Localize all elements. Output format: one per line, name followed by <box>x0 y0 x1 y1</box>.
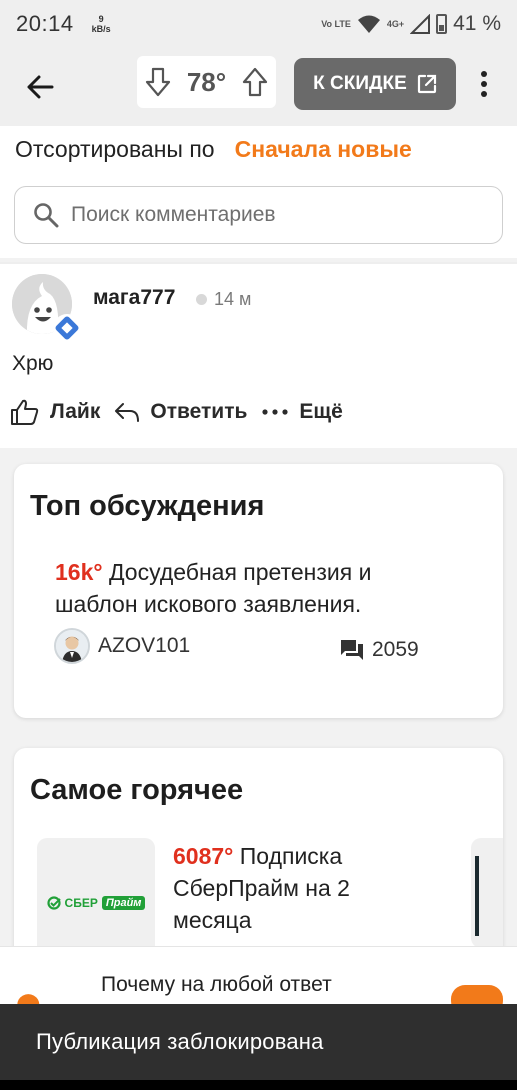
reply-icon <box>115 403 140 422</box>
discussion-link[interactable]: 16k° Досудебная претензия и шаблон исков… <box>55 556 455 620</box>
separator-dot <box>196 294 207 305</box>
vote-down-button[interactable] <box>143 64 173 100</box>
sort-label: Отсортированы по <box>15 135 215 162</box>
dot-icon <box>481 91 487 97</box>
external-link-icon <box>417 74 436 94</box>
battery-icon <box>436 14 448 34</box>
search-icon <box>34 203 59 228</box>
vote-box: 78° <box>137 56 276 108</box>
search-input[interactable] <box>71 203 451 227</box>
back-button[interactable] <box>0 48 80 126</box>
sort-row: Отсортированы по Сначала новые <box>0 126 517 172</box>
discussion-temperature: 16k° <box>55 559 103 585</box>
dot-icon <box>481 71 487 77</box>
sber-prime-logo: СБЕР Прайм <box>46 896 146 910</box>
logo-text: СБЕР <box>64 896 98 910</box>
next-deal-thumbnail[interactable] <box>471 838 503 948</box>
top-discussions-title: Топ обсуждения <box>30 490 265 522</box>
net-speed-value: 9 <box>98 14 104 24</box>
status-icons: Vo LTE 4G+ 41 % <box>321 12 501 36</box>
more-button[interactable]: Ещё <box>261 400 343 424</box>
top-discussions-card: Топ обсуждения 16k° Досудебная претензия… <box>14 464 503 718</box>
battery-level: 41 % <box>453 12 501 35</box>
status-bar: 20:14 9 kB/s Vo LTE 4G+ 41 % <box>0 0 517 48</box>
go-to-deal-label: К СКИДКЕ <box>313 73 407 94</box>
hottest-title: Самое горячее <box>30 774 244 806</box>
deal-temperature: 78° <box>186 66 227 97</box>
signal-icon <box>410 14 431 34</box>
network-type: 4G+ <box>386 19 405 29</box>
ad-text: Почему на любой ответ <box>101 973 332 996</box>
comment-actions: Лайк Ответить Ещё <box>10 398 357 426</box>
arrow-up-icon <box>242 67 268 97</box>
snackbar: Публикация заблокирована <box>0 1004 517 1080</box>
like-button[interactable]: Лайк <box>10 398 100 426</box>
arrow-left-icon <box>27 75 54 99</box>
search-wrap <box>0 172 517 258</box>
author-avatar <box>54 628 90 664</box>
vote-up-button[interactable] <box>240 64 270 100</box>
net-speed-unit: kB/s <box>91 24 111 34</box>
reply-button[interactable]: Ответить <box>114 400 247 424</box>
comments-header: Отсортированы по Сначала новые <box>0 126 517 258</box>
arrow-down-icon <box>145 67 171 97</box>
search-box[interactable] <box>14 186 503 244</box>
hottest-card: Самое горячее СБЕР Прайм 6087° Подписка … <box>14 748 503 978</box>
wifi-icon <box>357 15 380 33</box>
overflow-menu-button[interactable] <box>472 66 496 102</box>
volte-indicator: Vo LTE <box>321 19 351 29</box>
discussion-comments-count: 2059 <box>340 638 419 662</box>
person-avatar-icon <box>56 630 88 662</box>
comment-time: 14 м <box>214 289 252 309</box>
hot-deal-temperature: 6087° <box>173 843 234 869</box>
more-label: Ещё <box>299 400 343 423</box>
thumbs-up-icon <box>11 399 39 425</box>
ad-banner[interactable]: ⬤ Почему на любой ответ <box>0 946 517 1016</box>
system-nav-bar <box>0 1080 517 1090</box>
sber-logo-icon <box>46 896 61 910</box>
discussion-author[interactable]: AZOV101 <box>54 628 190 664</box>
logo-badge: Прайм <box>101 896 146 910</box>
hot-deal-link[interactable]: 6087° Подписка СберПрайм на 2 месяца <box>173 840 403 936</box>
app-bar: 78° К СКИДКЕ <box>0 48 517 126</box>
go-to-deal-button[interactable]: К СКИДКЕ <box>294 58 456 110</box>
comments-count-value: 2059 <box>372 638 419 661</box>
comments-icon <box>341 640 363 660</box>
net-speed: 9 kB/s <box>92 14 111 34</box>
dot-icon <box>481 81 487 87</box>
sort-selector[interactable]: Сначала новые <box>235 136 412 163</box>
comment-text: Хрю <box>12 352 54 375</box>
comment-item: мага777 14 м Хрю Лайк Ответить Ещё <box>0 262 517 448</box>
status-time: 20:14 <box>16 11 74 36</box>
discussion-author-name: AZOV101 <box>98 634 191 657</box>
more-dots-icon <box>262 409 289 415</box>
like-label: Лайк <box>50 400 101 423</box>
snackbar-message: Публикация заблокирована <box>36 1029 324 1054</box>
discussion-title: Досудебная претензия и шаблон искового з… <box>55 559 372 617</box>
reply-label: Ответить <box>150 400 248 423</box>
user-badge-icon <box>53 314 81 342</box>
comment-author[interactable]: мага777 <box>93 286 175 310</box>
